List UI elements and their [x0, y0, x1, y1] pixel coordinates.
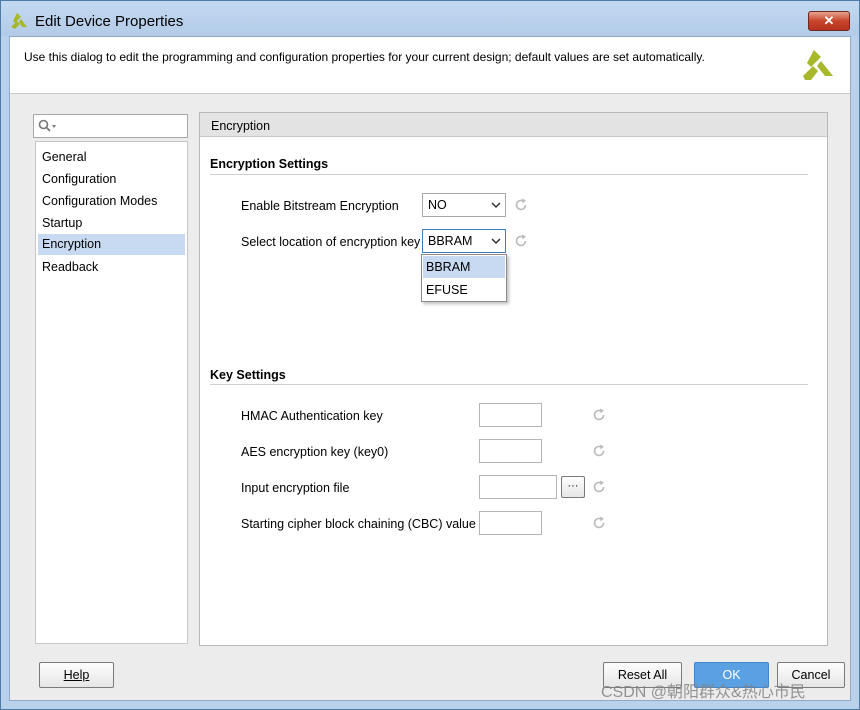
cbc-value-field[interactable] — [479, 511, 542, 535]
panel-title: Encryption — [211, 119, 271, 133]
window-title: Edit Device Properties — [35, 13, 184, 30]
reset-enable-encryption-icon[interactable] — [513, 197, 529, 213]
key-location-select[interactable]: BBRAM — [422, 229, 506, 253]
aes-key-field[interactable] — [479, 439, 542, 463]
category-list: General Configuration Configuration Mode… — [35, 141, 188, 644]
settings-panel — [199, 112, 828, 646]
nav-item-encryption[interactable]: Encryption — [38, 234, 185, 255]
hmac-key-field[interactable] — [479, 403, 542, 427]
browse-file-button[interactable]: ··· — [561, 476, 585, 498]
enable-encryption-value: NO — [428, 198, 447, 212]
reset-cbc-value-icon[interactable] — [591, 515, 607, 531]
xilinx-logo-icon — [803, 50, 835, 80]
dialog-header — [10, 37, 850, 94]
help-button[interactable]: Help — [39, 662, 114, 688]
panel-header — [200, 113, 827, 137]
chevron-down-icon — [491, 194, 501, 224]
key-location-value: BBRAM — [428, 234, 473, 248]
app-logo-icon — [11, 13, 29, 29]
search-icon — [38, 119, 58, 133]
hmac-key-label: HMAC Authentication key — [241, 409, 383, 423]
cbc-value-label: Starting cipher block chaining (CBC) val… — [241, 517, 476, 531]
nav-item-configuration[interactable]: Configuration — [38, 169, 185, 190]
encryption-file-label: Input encryption file — [241, 481, 350, 495]
reset-hmac-key-icon[interactable] — [591, 407, 607, 423]
nav-item-general[interactable]: General — [38, 147, 185, 168]
watermark-text: CSDN @朝阳群众&热心市民 — [601, 684, 806, 701]
section-divider — [210, 384, 808, 385]
reset-key-location-icon[interactable] — [513, 233, 529, 249]
key-settings-heading: Key Settings — [210, 368, 286, 382]
section-divider — [210, 174, 808, 175]
encryption-settings-heading: Encryption Settings — [210, 157, 329, 171]
key-location-label: Select location of encryption key — [241, 235, 421, 249]
option-efuse[interactable]: EFUSE — [423, 279, 505, 301]
reset-encryption-file-icon[interactable] — [591, 479, 607, 495]
key-location-dropdown: BBRAM EFUSE — [421, 254, 507, 302]
reset-aes-key-icon[interactable] — [591, 443, 607, 459]
encryption-file-field[interactable] — [479, 475, 557, 499]
close-button[interactable]: ✕ — [808, 11, 850, 31]
nav-item-startup[interactable]: Startup — [38, 213, 185, 234]
nav-item-configuration-modes[interactable]: Configuration Modes — [38, 191, 185, 212]
nav-item-readback[interactable]: Readback — [38, 257, 185, 278]
option-bbram[interactable]: BBRAM — [423, 256, 505, 278]
enable-encryption-select[interactable]: NO — [422, 193, 506, 217]
enable-encryption-label: Enable Bitstream Encryption — [241, 199, 399, 213]
aes-key-label: AES encryption key (key0) — [241, 445, 389, 459]
dialog-description: Use this dialog to edit the programming … — [24, 50, 705, 64]
